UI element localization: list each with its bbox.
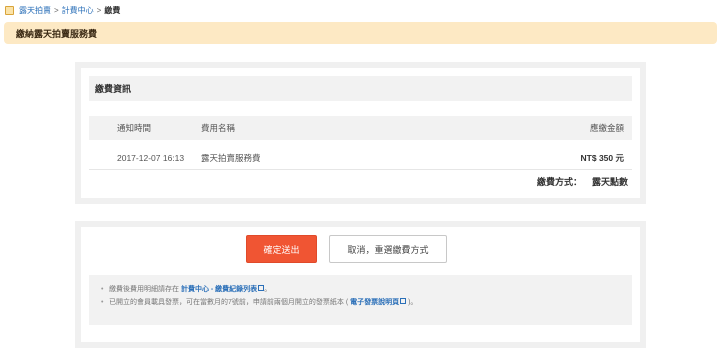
note-text: 繳費後費用明細請存在: [109, 286, 181, 293]
note-text: )。: [406, 299, 418, 306]
confirm-panel: 確定送出 取消，重選繳費方式 繳費後費用明細請存在 計費中心 - 繳費紀錄列表。…: [75, 221, 646, 348]
notes-box: 繳費後費用明細請存在 計費中心 - 繳費紀錄列表。 已開立的會員載具發票，可在當…: [89, 275, 632, 325]
external-link-icon: [400, 298, 407, 304]
fee-amount: NT$ 350 元: [580, 153, 624, 163]
e-invoice-info-link[interactable]: 電子發票說明頁: [350, 299, 399, 306]
external-link-icon: [258, 285, 265, 291]
payment-method: 繳費方式： 露天點數: [537, 172, 628, 192]
breadcrumb-separator: >: [54, 5, 59, 15]
page-title: 繳納露天拍賣服務費: [16, 28, 98, 39]
note-text: 。: [264, 286, 272, 293]
table-row: 2017-12-07 16:13 露天拍賣服務費 NT$ 350 元: [89, 146, 632, 170]
note-text: 已開立的會員載具發票，可在當數月的7號前，申請前兩個月開立的發票紙本 (: [109, 299, 351, 306]
home-icon: [5, 5, 14, 15]
payment-info-panel: 繳費資訊 通知時間 費用名稱 應繳金額 2017-12-07 16:13 露天拍…: [75, 62, 646, 204]
payment-info-heading: 繳費資訊: [89, 76, 632, 101]
payment-method-label: 繳費方式：: [536, 177, 582, 187]
column-header-amount: 應繳金額: [589, 123, 624, 133]
cancel-button[interactable]: 取消，重選繳費方式: [329, 235, 447, 263]
page-title-bar: 繳納露天拍賣服務費: [4, 22, 717, 44]
note-item: 已開立的會員載具發票，可在當數月的7號前，申請前兩個月開立的發票紙本 ( 電子發…: [101, 296, 622, 309]
breadcrumb-billing-link[interactable]: 計費中心: [62, 5, 94, 16]
billing-records-link[interactable]: 計費中心 - 繳費紀錄列表: [181, 286, 257, 293]
fee-table-header: 通知時間 費用名稱 應繳金額: [89, 116, 632, 140]
breadcrumb-current: 繳費: [104, 5, 121, 15]
breadcrumb: 露天拍賣 > 計費中心 > 繳費: [5, 4, 120, 16]
payment-method-value: 露天點數: [591, 177, 628, 187]
fee-name: 露天拍賣服務費: [201, 153, 261, 163]
breadcrumb-home-link[interactable]: 露天拍賣: [19, 5, 51, 16]
submit-button[interactable]: 確定送出: [246, 235, 317, 263]
column-header-name: 費用名稱: [201, 123, 236, 133]
fee-date: 2017-12-07 16:13: [117, 153, 185, 163]
column-header-date: 通知時間: [117, 123, 152, 133]
note-item: 繳費後費用明細請存在 計費中心 - 繳費紀錄列表。: [101, 283, 622, 296]
breadcrumb-separator: >: [96, 5, 102, 15]
